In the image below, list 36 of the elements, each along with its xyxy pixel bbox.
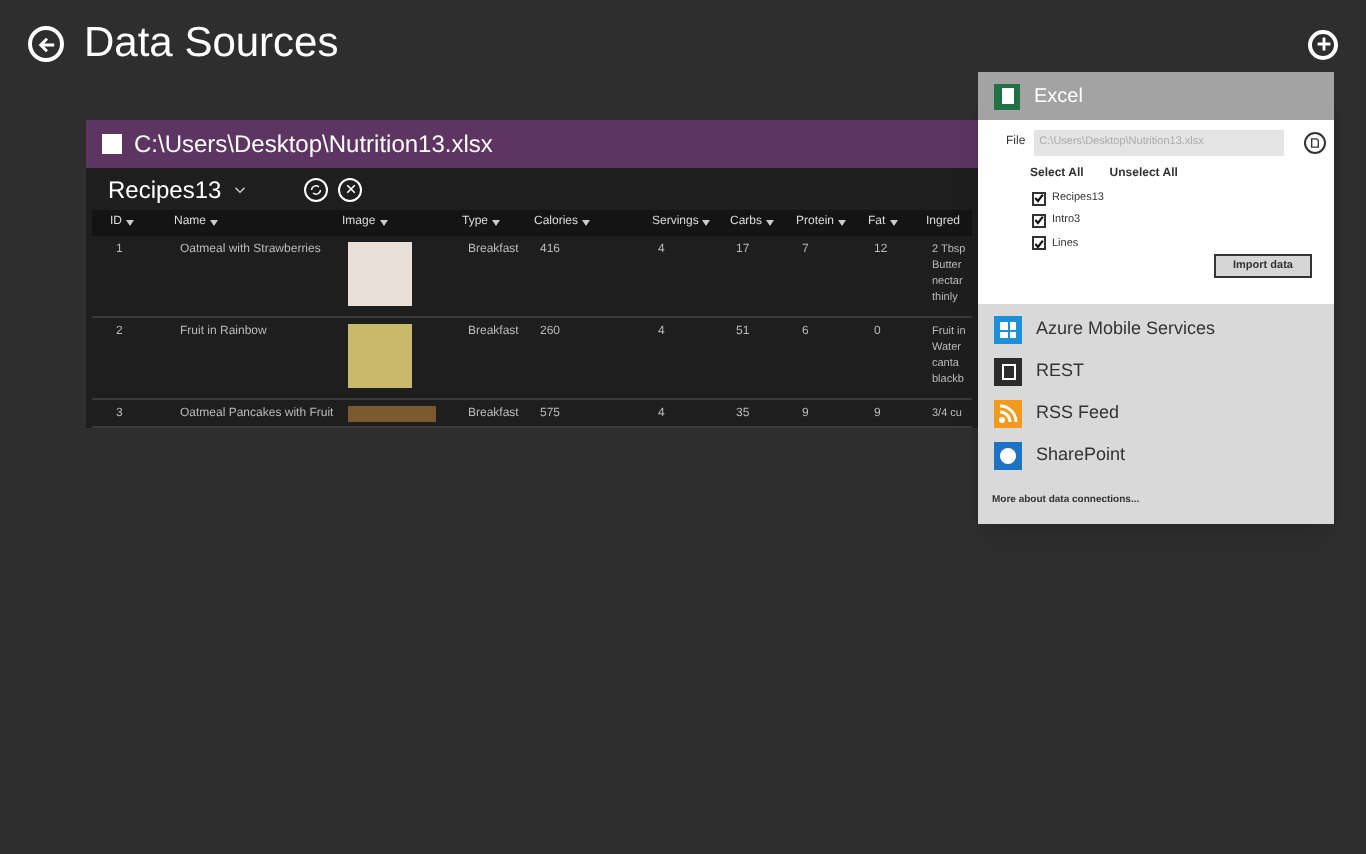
file-icon	[1309, 138, 1320, 148]
plus-icon	[1315, 36, 1331, 52]
sort-caret-icon	[702, 220, 711, 226]
photo-placeholder	[348, 406, 436, 422]
checkbox[interactable]	[1032, 236, 1046, 251]
close-icon	[345, 184, 355, 194]
sort-caret-icon	[126, 220, 134, 226]
refresh-button[interactable]	[304, 177, 328, 201]
add-button[interactable]	[1308, 29, 1338, 59]
sort-caret-icon	[766, 220, 775, 226]
file-path: C:\Users\Desktop\Nutrition13.xlsx	[134, 128, 493, 162]
data-source-item[interactable]: REST	[1036, 358, 1085, 386]
checkbox[interactable]	[1032, 213, 1046, 228]
sort-caret-icon	[582, 220, 591, 226]
photo-placeholder	[348, 242, 412, 306]
back-arrow-icon	[37, 35, 55, 53]
checkbox[interactable]	[1032, 191, 1046, 206]
refresh-icon	[310, 183, 322, 195]
sheet-dropdown[interactable]: Recipes13	[108, 171, 276, 207]
sort-caret-icon	[838, 220, 847, 226]
data-source-item[interactable]: RSS Feed	[1036, 400, 1120, 428]
sort-caret-icon	[379, 220, 388, 226]
page-title: Data Sources	[84, 18, 339, 71]
photo-placeholder	[348, 324, 412, 388]
browse-button[interactable]	[1303, 132, 1326, 154]
sort-caret-icon	[889, 220, 898, 226]
back-button[interactable]	[28, 26, 64, 62]
data-source-item[interactable]: Azure Mobile Services	[1036, 316, 1216, 344]
sort-caret-icon	[492, 220, 501, 226]
flyout-title: Excel	[1034, 83, 1083, 111]
data-source-item[interactable]: SharePoint	[1036, 442, 1126, 470]
rss-icon	[994, 400, 1022, 428]
windows-logo-icon	[994, 316, 1022, 344]
chevron-down-icon	[233, 185, 246, 193]
remove-button[interactable]	[338, 177, 362, 201]
sort-caret-icon	[210, 220, 219, 226]
